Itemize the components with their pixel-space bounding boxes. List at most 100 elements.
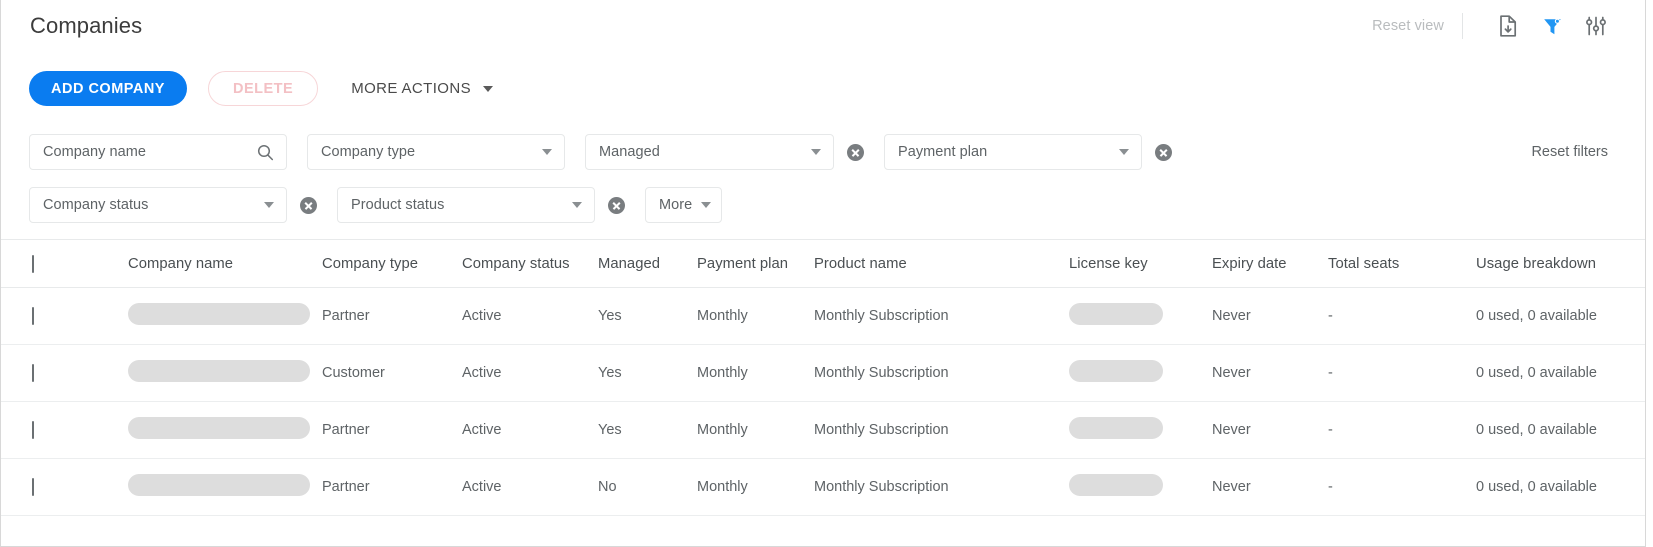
- companies-table: Company name Company type Company status…: [1, 239, 1645, 516]
- chevron-down-icon: [483, 85, 493, 92]
- more-actions-label: MORE ACTIONS: [351, 80, 471, 97]
- row-checkbox[interactable]: [32, 364, 34, 382]
- header-product-name[interactable]: Product name: [814, 239, 1069, 288]
- cell-license-key: [1069, 344, 1212, 402]
- filter-more-label: More: [659, 197, 693, 213]
- table-body: Partner Active Yes Monthly Monthly Subsc…: [1, 287, 1645, 516]
- row-select-cell: [1, 401, 128, 459]
- clear-managed-filter-icon[interactable]: [847, 143, 864, 161]
- action-bar: ADD COMPANY DELETE MORE ACTIONS: [29, 71, 497, 106]
- filter-company-status-label: Company status: [43, 197, 149, 213]
- cell-product-name: Monthly Subscription: [814, 401, 1069, 459]
- chevron-down-icon: [701, 202, 711, 208]
- select-all-header: [1, 239, 128, 288]
- cell-usage-breakdown: 0 used, 0 available: [1476, 344, 1645, 402]
- filter-managed-label: Managed: [599, 144, 660, 160]
- column-settings-icon[interactable]: [1579, 9, 1613, 43]
- chevron-down-icon: [542, 149, 552, 155]
- header-managed[interactable]: Managed: [598, 239, 697, 288]
- cell-payment-plan: Monthly: [697, 287, 814, 345]
- cell-expiry-date: Never: [1212, 401, 1328, 459]
- row-select-cell: [1, 287, 128, 345]
- header-license-key[interactable]: License key: [1069, 239, 1212, 288]
- chevron-down-icon: [572, 202, 582, 208]
- cell-company-type: Partner: [322, 401, 462, 459]
- header-company-type[interactable]: Company type: [322, 239, 462, 288]
- reset-view-button[interactable]: Reset view: [1372, 18, 1462, 34]
- cell-payment-plan: Monthly: [697, 458, 814, 516]
- chevron-down-icon: [811, 149, 821, 155]
- clear-company-status-filter-icon[interactable]: [300, 196, 317, 214]
- filter-more-button[interactable]: More: [645, 187, 722, 223]
- redacted-company-name: [128, 303, 310, 325]
- cell-expiry-date: Never: [1212, 458, 1328, 516]
- row-checkbox[interactable]: [32, 307, 34, 325]
- cell-expiry-date: Never: [1212, 344, 1328, 402]
- filter-payment-plan[interactable]: Payment plan: [884, 134, 1142, 170]
- redacted-license-key: [1069, 360, 1163, 382]
- cell-usage-breakdown: 0 used, 0 available: [1476, 287, 1645, 345]
- header-company-name[interactable]: Company name: [128, 239, 322, 288]
- filter-row-1: Company name Company type Managed Paymen…: [29, 134, 1645, 170]
- filter-row-2: Company status Product status More: [29, 187, 1645, 223]
- redacted-license-key: [1069, 417, 1163, 439]
- cell-company-status: Active: [462, 344, 598, 402]
- more-actions-button[interactable]: MORE ACTIONS: [347, 71, 497, 106]
- header-actions: Reset view: [1372, 9, 1645, 43]
- cell-license-key: [1069, 287, 1212, 345]
- row-select-cell: [1, 458, 128, 516]
- row-select-cell: [1, 344, 128, 402]
- header-expiry-date[interactable]: Expiry date: [1212, 239, 1328, 288]
- cell-company-status: Active: [462, 458, 598, 516]
- redacted-license-key: [1069, 474, 1163, 496]
- filter-payment-plan-label: Payment plan: [898, 144, 988, 160]
- cell-total-seats: -: [1328, 344, 1476, 402]
- filter-company-name-label: Company name: [43, 144, 146, 160]
- cell-company-type: Partner: [322, 458, 462, 516]
- filter-product-status-label: Product status: [351, 197, 445, 213]
- header-usage-breakdown[interactable]: Usage breakdown: [1476, 239, 1645, 288]
- cell-managed: No: [598, 458, 697, 516]
- filter-company-type-label: Company type: [321, 144, 416, 160]
- filter-company-type[interactable]: Company type: [307, 134, 565, 170]
- filter-company-name[interactable]: Company name: [29, 134, 287, 170]
- cell-license-key: [1069, 458, 1212, 516]
- table-row[interactable]: Partner Active Yes Monthly Monthly Subsc…: [1, 287, 1645, 345]
- companies-page: Companies Reset view ADD COMPANY DELETE …: [0, 0, 1653, 547]
- delete-button[interactable]: DELETE: [207, 71, 319, 106]
- cell-payment-plan: Monthly: [697, 344, 814, 402]
- add-company-button[interactable]: ADD COMPANY: [29, 71, 187, 106]
- row-checkbox[interactable]: [32, 421, 34, 439]
- cell-expiry-date: Never: [1212, 287, 1328, 345]
- chevron-down-icon: [264, 202, 274, 208]
- reset-filters-button[interactable]: Reset filters: [1531, 144, 1645, 160]
- table-row[interactable]: Partner Active No Monthly Monthly Subscr…: [1, 458, 1645, 516]
- header-total-seats[interactable]: Total seats: [1328, 239, 1476, 288]
- cell-product-name: Monthly Subscription: [814, 458, 1069, 516]
- cell-company-name: [128, 458, 322, 516]
- page-header: Companies Reset view: [1, 0, 1645, 52]
- header-divider: [1462, 13, 1463, 39]
- filter-funnel-icon[interactable]: [1535, 9, 1569, 43]
- cell-company-status: Active: [462, 287, 598, 345]
- cell-total-seats: -: [1328, 458, 1476, 516]
- cell-company-name: [128, 287, 322, 345]
- cell-product-name: Monthly Subscription: [814, 287, 1069, 345]
- cell-managed: Yes: [598, 401, 697, 459]
- chevron-down-icon: [1119, 149, 1129, 155]
- table-row[interactable]: Customer Active Yes Monthly Monthly Subs…: [1, 344, 1645, 402]
- row-checkbox[interactable]: [32, 478, 34, 496]
- clear-product-status-filter-icon[interactable]: [608, 196, 625, 214]
- cell-company-type: Partner: [322, 287, 462, 345]
- clear-payment-plan-filter-icon[interactable]: [1155, 143, 1172, 161]
- header-payment-plan[interactable]: Payment plan: [697, 239, 814, 288]
- filter-managed[interactable]: Managed: [585, 134, 834, 170]
- select-all-checkbox[interactable]: [32, 254, 34, 273]
- filter-company-status[interactable]: Company status: [29, 187, 287, 223]
- header-company-status[interactable]: Company status: [462, 239, 598, 288]
- export-file-icon[interactable]: [1491, 9, 1525, 43]
- table-header-row: Company name Company type Company status…: [1, 239, 1645, 288]
- filter-product-status[interactable]: Product status: [337, 187, 595, 223]
- cell-payment-plan: Monthly: [697, 401, 814, 459]
- table-row[interactable]: Partner Active Yes Monthly Monthly Subsc…: [1, 401, 1645, 459]
